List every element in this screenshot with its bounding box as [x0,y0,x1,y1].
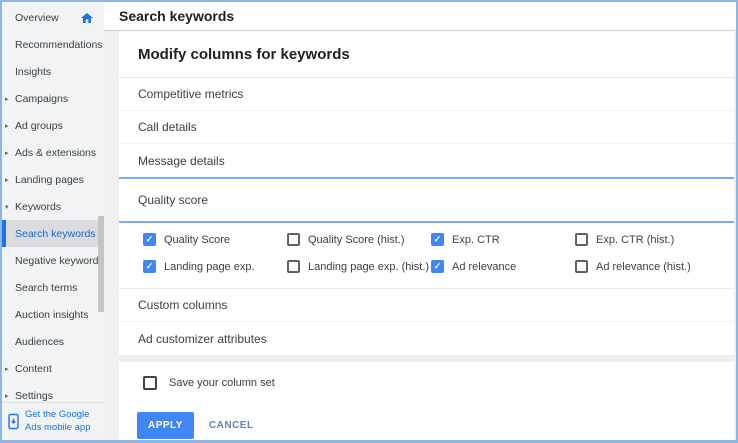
sidebar-item-label: Recommendations [15,39,103,51]
chevron-right-icon: ▸ [5,95,9,103]
modal-footer: Save your column set APPLY CANCEL [119,362,734,443]
quality-checkbox-grid: ✓ Quality Score Quality Score (hist.) ✓ Exp.… [119,223,734,288]
sidebar-item-landing-pages[interactable]: ▸ Landing pages [2,166,104,193]
quality-score-section: Quality score ✓ Quality Score Quality Scor… [119,177,734,288]
sidebar-item-label: Overview [15,12,59,24]
sidebar: Overview Recommendations Insights ▸ Campaign… [2,2,104,440]
sidebar-item-ads-extensions[interactable]: ▸ Ads & extensions [2,139,104,166]
sidebar-item-ad-groups[interactable]: ▸ Ad groups [2,112,104,139]
save-checkbox-label: Save your column set [169,377,275,389]
checkbox-ad-relevance-hist[interactable]: Ad relevance (hist.) [575,253,719,280]
footer-separator [119,355,734,362]
sidebar-item-label: Settings [15,390,53,402]
sidebar-item-insights[interactable]: Insights [2,58,104,85]
checkbox-landing-page-exp-hist[interactable]: Landing page exp. (hist.) [287,253,431,280]
chevron-down-icon: ▾ [5,203,9,211]
checkbox-label: Quality Score (hist.) [308,234,405,246]
section-label: Competitive metrics [138,87,243,101]
section-competitive-metrics[interactable]: Competitive metrics [119,78,734,111]
checkbox-label: Ad relevance (hist.) [596,261,691,273]
sidebar-item-auction-insights[interactable]: Auction insights [2,301,104,328]
section-label: Quality score [138,193,208,207]
sidebar-item-label: Landing pages [15,174,84,186]
mobile-app-label: Get the Google Ads mobile app [25,409,95,434]
google-ads-window: Overview Recommendations Insights ▸ Campaign… [0,0,738,443]
checkbox-landing-page-exp[interactable]: ✓ Landing page exp. [143,253,287,280]
sidebar-item-label: Content [15,363,52,375]
checkbox-label: Exp. CTR (hist.) [596,234,674,246]
mobile-app-link[interactable]: Get the Google Ads mobile app [2,402,104,440]
section-quality-score[interactable]: Quality score [119,179,734,223]
sidebar-item-label: Campaigns [15,93,68,105]
section-label: Call details [138,120,197,134]
sidebar-item-label: Ad groups [15,120,63,132]
checkbox-checked-icon[interactable]: ✓ [431,260,444,273]
checkbox-label: Exp. CTR [452,234,500,246]
sidebar-item-overview[interactable]: Overview [2,4,104,31]
sidebar-item-label: Negative keywords [15,255,104,267]
sidebar-item-campaigns[interactable]: ▸ Campaigns [2,85,104,112]
sidebar-item-search-terms[interactable]: Search terms [2,274,104,301]
sidebar-item-label: Ads & extensions [15,147,96,159]
checkbox-label: Landing page exp. (hist.) [308,261,429,273]
checkbox-quality-score-hist[interactable]: Quality Score (hist.) [287,226,431,253]
section-label: Custom columns [138,298,227,312]
modify-columns-panel: Modify columns for keywords Competitive … [119,31,734,440]
checkbox-checked-icon[interactable]: ✓ [431,233,444,246]
sidebar-item-label: Search keywords [15,228,96,240]
section-call-details[interactable]: Call details [119,111,734,144]
page-header: Search keywords [104,2,736,31]
sidebar-item-label: Audiences [15,336,64,348]
page-title: Search keywords [119,8,234,24]
checkbox-quality-score[interactable]: ✓ Quality Score [143,226,287,253]
checkbox-label: Landing page exp. [164,261,255,273]
apply-button[interactable]: APPLY [137,412,194,439]
section-custom-columns[interactable]: Custom columns [119,289,734,322]
modal-title: Modify columns for keywords [119,31,734,78]
mobile-app-icon [7,413,20,430]
chevron-right-icon: ▸ [5,392,9,400]
checkbox-unchecked-icon[interactable] [287,260,300,273]
checkbox-unchecked-icon[interactable] [575,233,588,246]
section-label: Ad customizer attributes [138,332,267,346]
save-column-set-row[interactable]: Save your column set [119,362,734,390]
sidebar-item-label: Keywords [15,201,61,213]
section-message-details[interactable]: Message details [119,144,734,177]
checkbox-label: Ad relevance [452,261,516,273]
sidebar-item-search-keywords[interactable]: Search keywords [2,220,104,247]
sidebar-item-label: Auction insights [15,309,89,321]
sidebar-item-label: Insights [15,66,51,78]
sidebar-item-label: Search terms [15,282,77,294]
cancel-button[interactable]: CANCEL [209,420,254,431]
sidebar-item-keywords[interactable]: ▾ Keywords [2,193,104,220]
sidebar-item-negative-keywords[interactable]: Negative keywords [2,247,104,274]
checkbox-ad-relevance[interactable]: ✓ Ad relevance [431,253,575,280]
checkbox-unchecked-icon[interactable] [143,376,157,390]
sections-bottom: Custom columns Ad customizer attributes [119,289,734,355]
checkbox-label: Quality Score [164,234,230,246]
sections-top: Competitive metrics Call details Message d… [119,78,734,177]
chevron-right-icon: ▸ [5,122,9,130]
checkbox-exp-ctr[interactable]: ✓ Exp. CTR [431,226,575,253]
section-ad-customizer-attributes[interactable]: Ad customizer attributes [119,322,734,355]
action-buttons: APPLY CANCEL [119,412,734,439]
home-icon [81,13,93,23]
main-area: Search keywords Modify columns for keywo… [104,2,736,440]
checkbox-unchecked-icon[interactable] [575,260,588,273]
sidebar-nav: Overview Recommendations Insights ▸ Campaign… [2,2,104,409]
checkbox-unchecked-icon[interactable] [287,233,300,246]
checkbox-checked-icon[interactable]: ✓ [143,233,156,246]
chevron-right-icon: ▸ [5,149,9,157]
checkbox-checked-icon[interactable]: ✓ [143,260,156,273]
chevron-right-icon: ▸ [5,176,9,184]
sidebar-item-content[interactable]: ▸ Content [2,355,104,382]
section-label: Message details [138,154,225,168]
sidebar-item-audiences[interactable]: Audiences [2,328,104,355]
chevron-right-icon: ▸ [5,365,9,373]
checkbox-exp-ctr-hist[interactable]: Exp. CTR (hist.) [575,226,719,253]
sidebar-item-recommendations[interactable]: Recommendations [2,31,104,58]
